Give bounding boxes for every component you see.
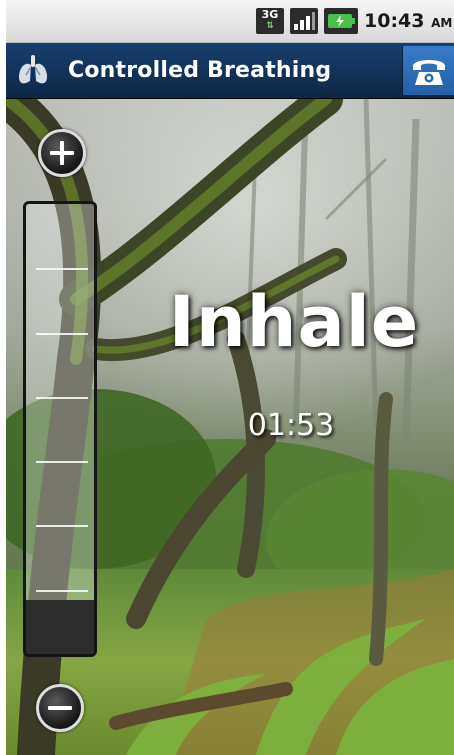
- phone-icon: [413, 60, 445, 85]
- status-clock: 10:43 AM: [364, 8, 452, 34]
- gauge-tick: [36, 590, 88, 592]
- data-arrows-icon: ⇅: [266, 21, 274, 31]
- app-title: Controlled Breathing: [68, 58, 332, 83]
- gauge-fill: [26, 600, 94, 654]
- minus-icon: [48, 706, 72, 710]
- screen: 3G ⇅ 10:43 AM Controlled Breathing Inhal…: [0, 0, 454, 755]
- gauge-tick: [36, 268, 88, 270]
- signal-bars-icon: [290, 8, 318, 34]
- gauge-tick: [36, 461, 88, 463]
- decrease-button[interactable]: [36, 684, 84, 732]
- call-button[interactable]: [402, 46, 454, 95]
- clock-time: 10:43: [364, 10, 425, 32]
- plus-icon: [50, 141, 74, 165]
- breathing-phase-label: Inhale: [168, 281, 420, 363]
- network-label: 3G: [261, 8, 279, 21]
- status-bar: 3G ⇅ 10:43 AM: [6, 0, 454, 43]
- title-bar: Controlled Breathing: [6, 43, 454, 99]
- forest-background: Inhale 01:53: [6, 99, 454, 755]
- increase-button[interactable]: [38, 129, 86, 177]
- lungs-icon: [19, 55, 47, 84]
- clock-ampm: AM: [431, 16, 453, 30]
- gauge-tick: [36, 333, 88, 335]
- breath-level-gauge[interactable]: [23, 201, 97, 657]
- session-timer: 01:53: [247, 408, 335, 443]
- battery-charging-icon: [324, 8, 358, 34]
- gauge-tick: [36, 397, 88, 399]
- network-3g-icon: 3G ⇅: [256, 8, 284, 34]
- gauge-tick: [36, 525, 88, 527]
- device-screen: 3G ⇅ 10:43 AM Controlled Breathing Inhal…: [6, 0, 454, 755]
